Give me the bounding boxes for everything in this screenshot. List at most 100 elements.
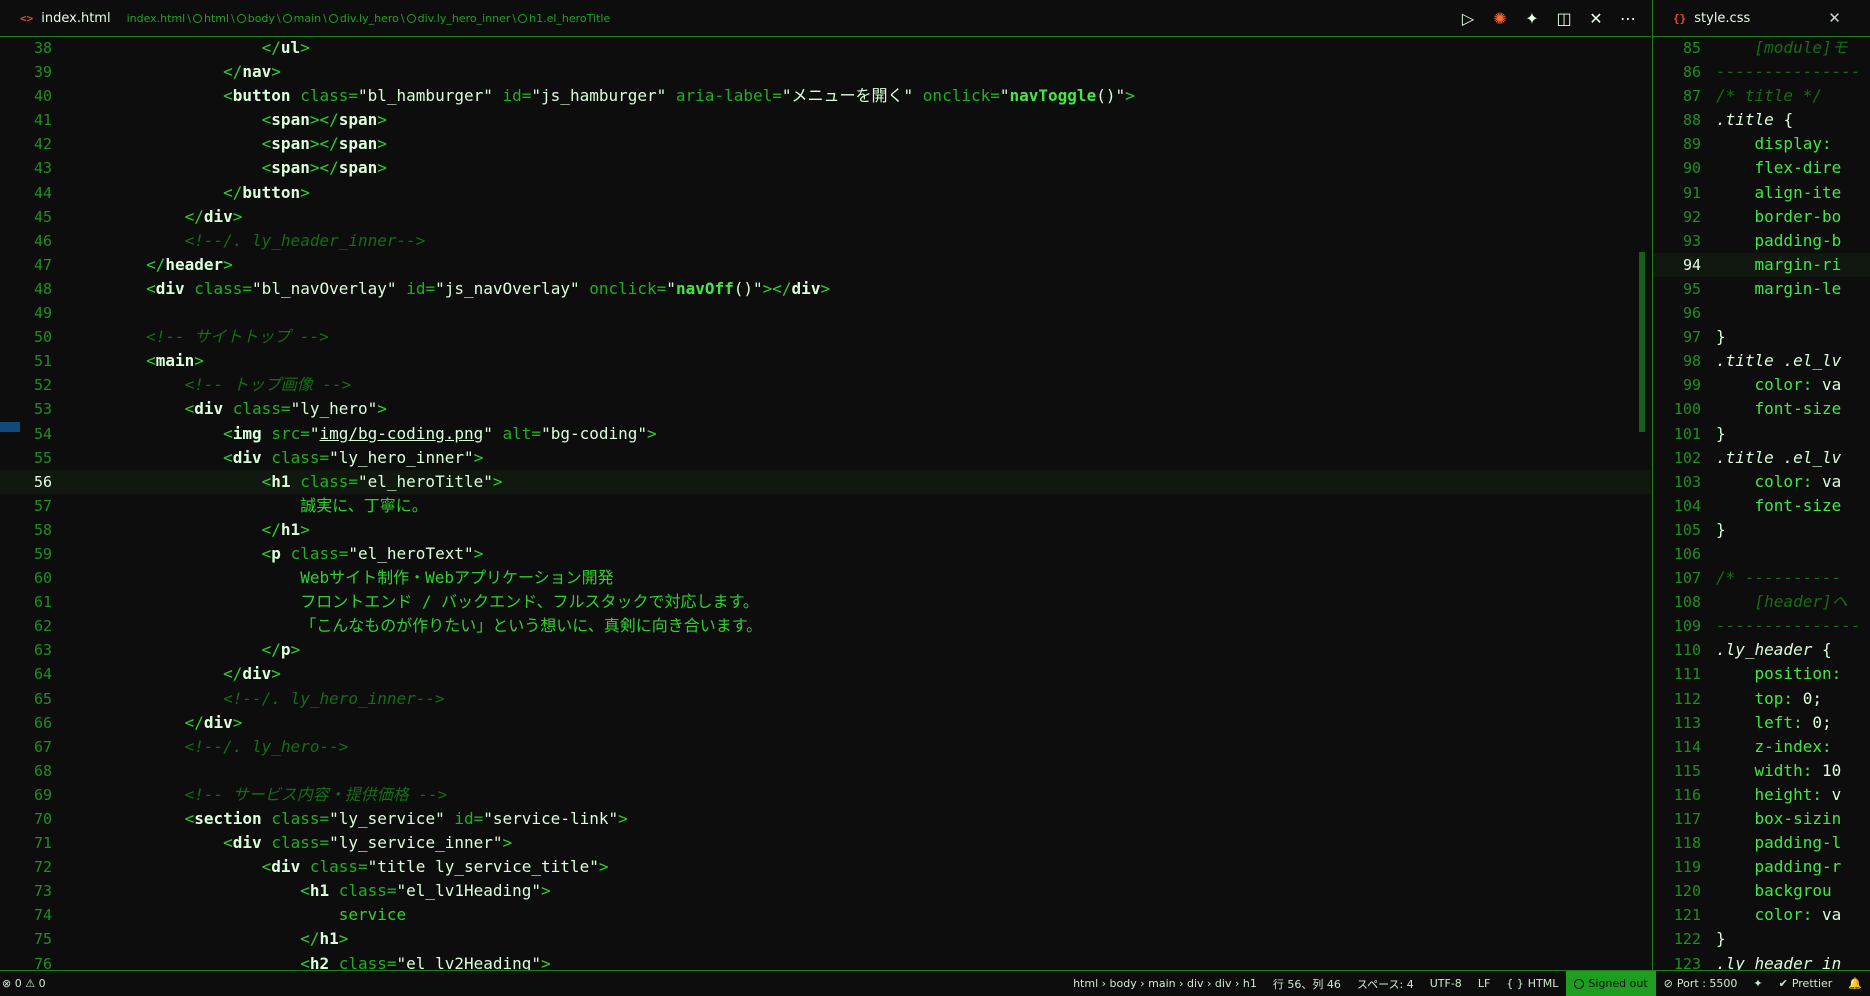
code-text[interactable]: </div> — [69, 662, 281, 686]
code-line[interactable]: 66 </div> — [0, 711, 1651, 735]
code-line[interactable]: 50 <!-- サイトトップ --> — [0, 325, 1651, 349]
code-text[interactable]: </header> — [69, 253, 233, 277]
code-text[interactable]: border-bo — [1716, 205, 1842, 229]
code-line[interactable]: 48 <div class="bl_navOverlay" id="js_nav… — [0, 277, 1651, 301]
code-line[interactable]: 72 <div class="title ly_service_title"> — [0, 855, 1651, 879]
code-line[interactable]: 76 <h2 class="el_lv2Heading"> — [0, 952, 1651, 971]
split-editor-icon[interactable]: ◫ — [1555, 9, 1573, 28]
code-text[interactable]: <span></span> — [69, 108, 387, 132]
code-line[interactable]: 38 </ul> — [0, 36, 1651, 60]
code-line[interactable]: 42 <span></span> — [0, 132, 1651, 156]
code-text[interactable]: align-ite — [1716, 181, 1842, 205]
code-text[interactable]: height: v — [1716, 783, 1842, 807]
code-line[interactable]: 121 color: va — [1653, 903, 1870, 927]
code-line[interactable]: 46 <!--/. ly_header_inner--> — [0, 229, 1651, 253]
code-line[interactable]: 123 .ly_header_in — [1653, 952, 1870, 971]
code-text[interactable]: padding-r — [1716, 855, 1842, 879]
code-line[interactable]: 62 「こんなものが作りたい」という想いに、真剣に向き合います。 — [0, 614, 1651, 638]
code-text[interactable]: .title .el_lv — [1716, 446, 1841, 470]
code-text[interactable]: service — [69, 903, 406, 927]
code-text[interactable]: <div class="ly_service_inner"> — [69, 831, 512, 855]
code-line[interactable]: 55 <div class="ly_hero_inner"> — [0, 446, 1651, 470]
code-text[interactable]: color: va — [1716, 373, 1842, 397]
code-text[interactable]: </ul> — [69, 36, 310, 60]
code-text[interactable]: --------------- — [1716, 60, 1861, 84]
code-text[interactable]: left: 0; — [1716, 711, 1832, 735]
code-line[interactable]: 70 <section class="ly_service" id="servi… — [0, 807, 1651, 831]
code-line[interactable]: 87 /* title */ — [1653, 84, 1870, 108]
code-text[interactable]: padding-b — [1716, 229, 1842, 253]
code-line[interactable]: 75 </h1> — [0, 927, 1651, 951]
code-text[interactable]: </p> — [69, 638, 301, 662]
code-line[interactable]: 54 <img src="img/bg-coding.png" alt="bg-… — [0, 422, 1651, 446]
code-text[interactable]: } — [1716, 422, 1726, 446]
code-line[interactable]: 104 font-size — [1653, 494, 1870, 518]
code-line[interactable]: 109 --------------- — [1653, 614, 1870, 638]
scroll-thumb[interactable] — [1639, 252, 1645, 432]
sparkle-icon[interactable]: ✦ — [1523, 9, 1541, 28]
code-line[interactable]: 58 </h1> — [0, 518, 1651, 542]
indentation[interactable]: スペース: 4 — [1349, 971, 1422, 996]
code-line[interactable]: 103 color: va — [1653, 470, 1870, 494]
prettier-status[interactable]: ✔ Prettier — [1771, 971, 1841, 996]
code-editor-right[interactable]: 85 [module]モ 86 --------------- 87 /* title … — [1653, 36, 1870, 971]
code-text[interactable]: .ly_header_in — [1716, 952, 1841, 971]
live-server-port[interactable]: ⊘ Port : 5500 — [1656, 971, 1746, 996]
code-line[interactable]: 91 align-ite — [1653, 181, 1870, 205]
close-icon[interactable]: ✕ — [1587, 9, 1605, 28]
code-line[interactable]: 113 left: 0; — [1653, 711, 1870, 735]
code-line[interactable]: 60 Webサイト制作・Webアプリケーション開発 — [0, 566, 1651, 590]
code-text[interactable]: margin-le — [1716, 277, 1842, 301]
code-text[interactable]: </h1> — [69, 518, 310, 542]
code-text[interactable]: top: 0; — [1716, 687, 1822, 711]
code-line[interactable]: 110 .ly_header { — [1653, 638, 1870, 662]
code-line[interactable]: 94 margin-ri — [1653, 252, 1870, 277]
code-text[interactable]: display: — [1716, 132, 1832, 156]
code-text[interactable]: <div class="bl_navOverlay" id="js_navOve… — [69, 277, 830, 301]
code-text[interactable]: .ly_header { — [1716, 638, 1832, 662]
code-text[interactable]: </nav> — [69, 60, 281, 84]
code-text[interactable]: <section class="ly_service" id="service-… — [69, 807, 628, 831]
code-text[interactable]: position: — [1716, 662, 1842, 686]
code-line[interactable]: 47 </header> — [0, 253, 1651, 277]
code-line[interactable]: 71 <div class="ly_service_inner"> — [0, 831, 1651, 855]
code-text[interactable]: --------------- — [1716, 614, 1861, 638]
code-line[interactable]: 101} — [1653, 422, 1870, 446]
code-line[interactable]: 98 .title .el_lv — [1653, 349, 1870, 373]
code-line[interactable]: 111 position: — [1653, 662, 1870, 686]
code-text[interactable]: .title .el_lv — [1716, 349, 1841, 373]
code-text[interactable]: </div> — [69, 711, 243, 735]
code-line[interactable]: 59 <p class="el_heroText"> — [0, 542, 1651, 566]
code-editor-left[interactable]: 38 </ul> 39 </nav> 40 <button class="bl_ha… — [0, 36, 1651, 971]
breadcrumb-item[interactable]: index.html — [127, 12, 186, 25]
run-icon[interactable]: ▷ — [1459, 9, 1477, 28]
notifications-icon[interactable]: 🔔 — [1840, 971, 1870, 996]
code-line[interactable]: 56 <h1 class="el_heroTitle"> — [0, 469, 1651, 494]
breadcrumb-item[interactable]: main — [294, 12, 321, 25]
code-text[interactable]: 誠実に、丁寧に。 — [69, 494, 428, 518]
code-line[interactable]: 64 </div> — [0, 662, 1651, 686]
code-line[interactable]: 69 <!-- サービス内容・提供価格 --> — [0, 783, 1651, 807]
code-text[interactable]: [header]ヘ — [1716, 590, 1848, 614]
code-line[interactable]: 97} — [1653, 325, 1870, 349]
code-line[interactable]: 52 <!-- トップ画像 --> — [0, 373, 1651, 397]
code-text[interactable]: } — [1716, 518, 1726, 542]
code-text[interactable]: </h1> — [69, 927, 348, 951]
code-text[interactable]: /* ---------- — [1716, 566, 1841, 590]
code-text[interactable]: [module]モ — [1716, 36, 1848, 60]
code-line[interactable]: 108 [header]ヘ — [1653, 590, 1870, 614]
code-line[interactable]: 43 <span></span> — [0, 156, 1651, 180]
code-text[interactable]: <span></span> — [69, 132, 387, 156]
code-line[interactable]: 65 <!--/. ly_hero_inner--> — [0, 687, 1651, 711]
code-line[interactable]: 105} — [1653, 518, 1870, 542]
status-breadcrumb[interactable]: html › body › main › div › div › h1 — [1065, 971, 1265, 996]
code-text[interactable]: .title { — [1716, 108, 1793, 132]
code-line[interactable]: 112 top: 0; — [1653, 687, 1870, 711]
errors-indicator[interactable]: ⊗ 0 ⚠ 0 — [2, 977, 46, 990]
code-line[interactable]: 99 color: va — [1653, 373, 1870, 397]
code-text[interactable]: <img src="img/bg-coding.png" alt="bg-cod… — [69, 422, 657, 446]
code-line[interactable]: 67 <!--/. ly_hero--> — [0, 735, 1651, 759]
code-line[interactable]: 40 <button class="bl_hamburger" id="js_h… — [0, 84, 1651, 108]
code-text[interactable]: <h2 class="el_lv2Heading"> — [69, 952, 550, 971]
code-text[interactable]: } — [1716, 325, 1726, 349]
